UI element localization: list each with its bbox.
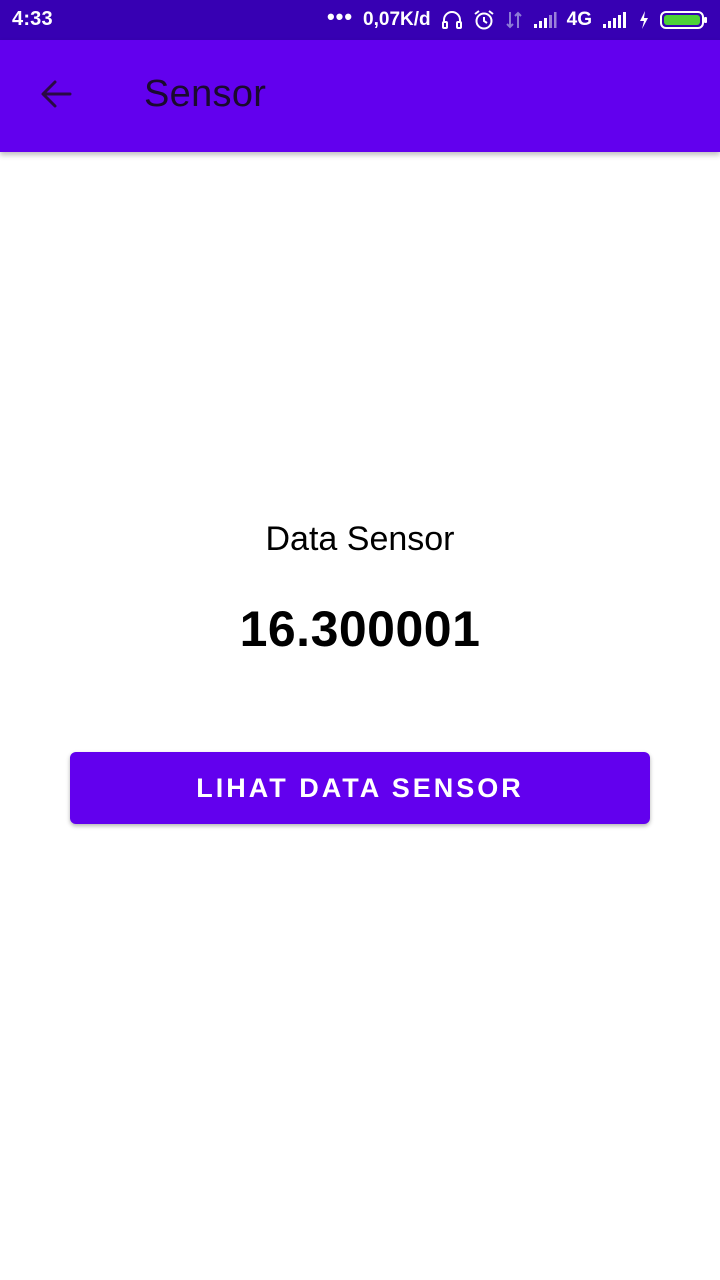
signal-icon: [533, 11, 557, 29]
alarm-icon: [473, 9, 495, 31]
page-title: Sensor: [144, 73, 267, 115]
charging-icon: [638, 10, 650, 30]
status-icons: ••• 0,07K/d 4G: [327, 0, 708, 40]
arrow-left-icon: [38, 76, 74, 117]
status-time: 4:33: [12, 8, 53, 30]
network-type: 4G: [566, 9, 592, 30]
data-arrows-icon: [505, 9, 523, 31]
data-sensor-label: Data Sensor: [265, 520, 455, 558]
battery-icon: [660, 10, 708, 30]
status-bar: 4:33 ••• 0,07K/d 4G: [0, 0, 720, 40]
more-dots: •••: [326, 4, 354, 29]
sensor-value: 16.300001: [239, 601, 481, 657]
app-bar: Sensor: [0, 40, 720, 152]
headset-icon: [441, 9, 463, 31]
network-speed: 0,07K/d: [363, 9, 431, 30]
signal-icon: [602, 11, 628, 29]
view-sensor-data-button[interactable]: LIHAT DATA SENSOR: [70, 752, 650, 824]
back-button[interactable]: [28, 68, 84, 124]
